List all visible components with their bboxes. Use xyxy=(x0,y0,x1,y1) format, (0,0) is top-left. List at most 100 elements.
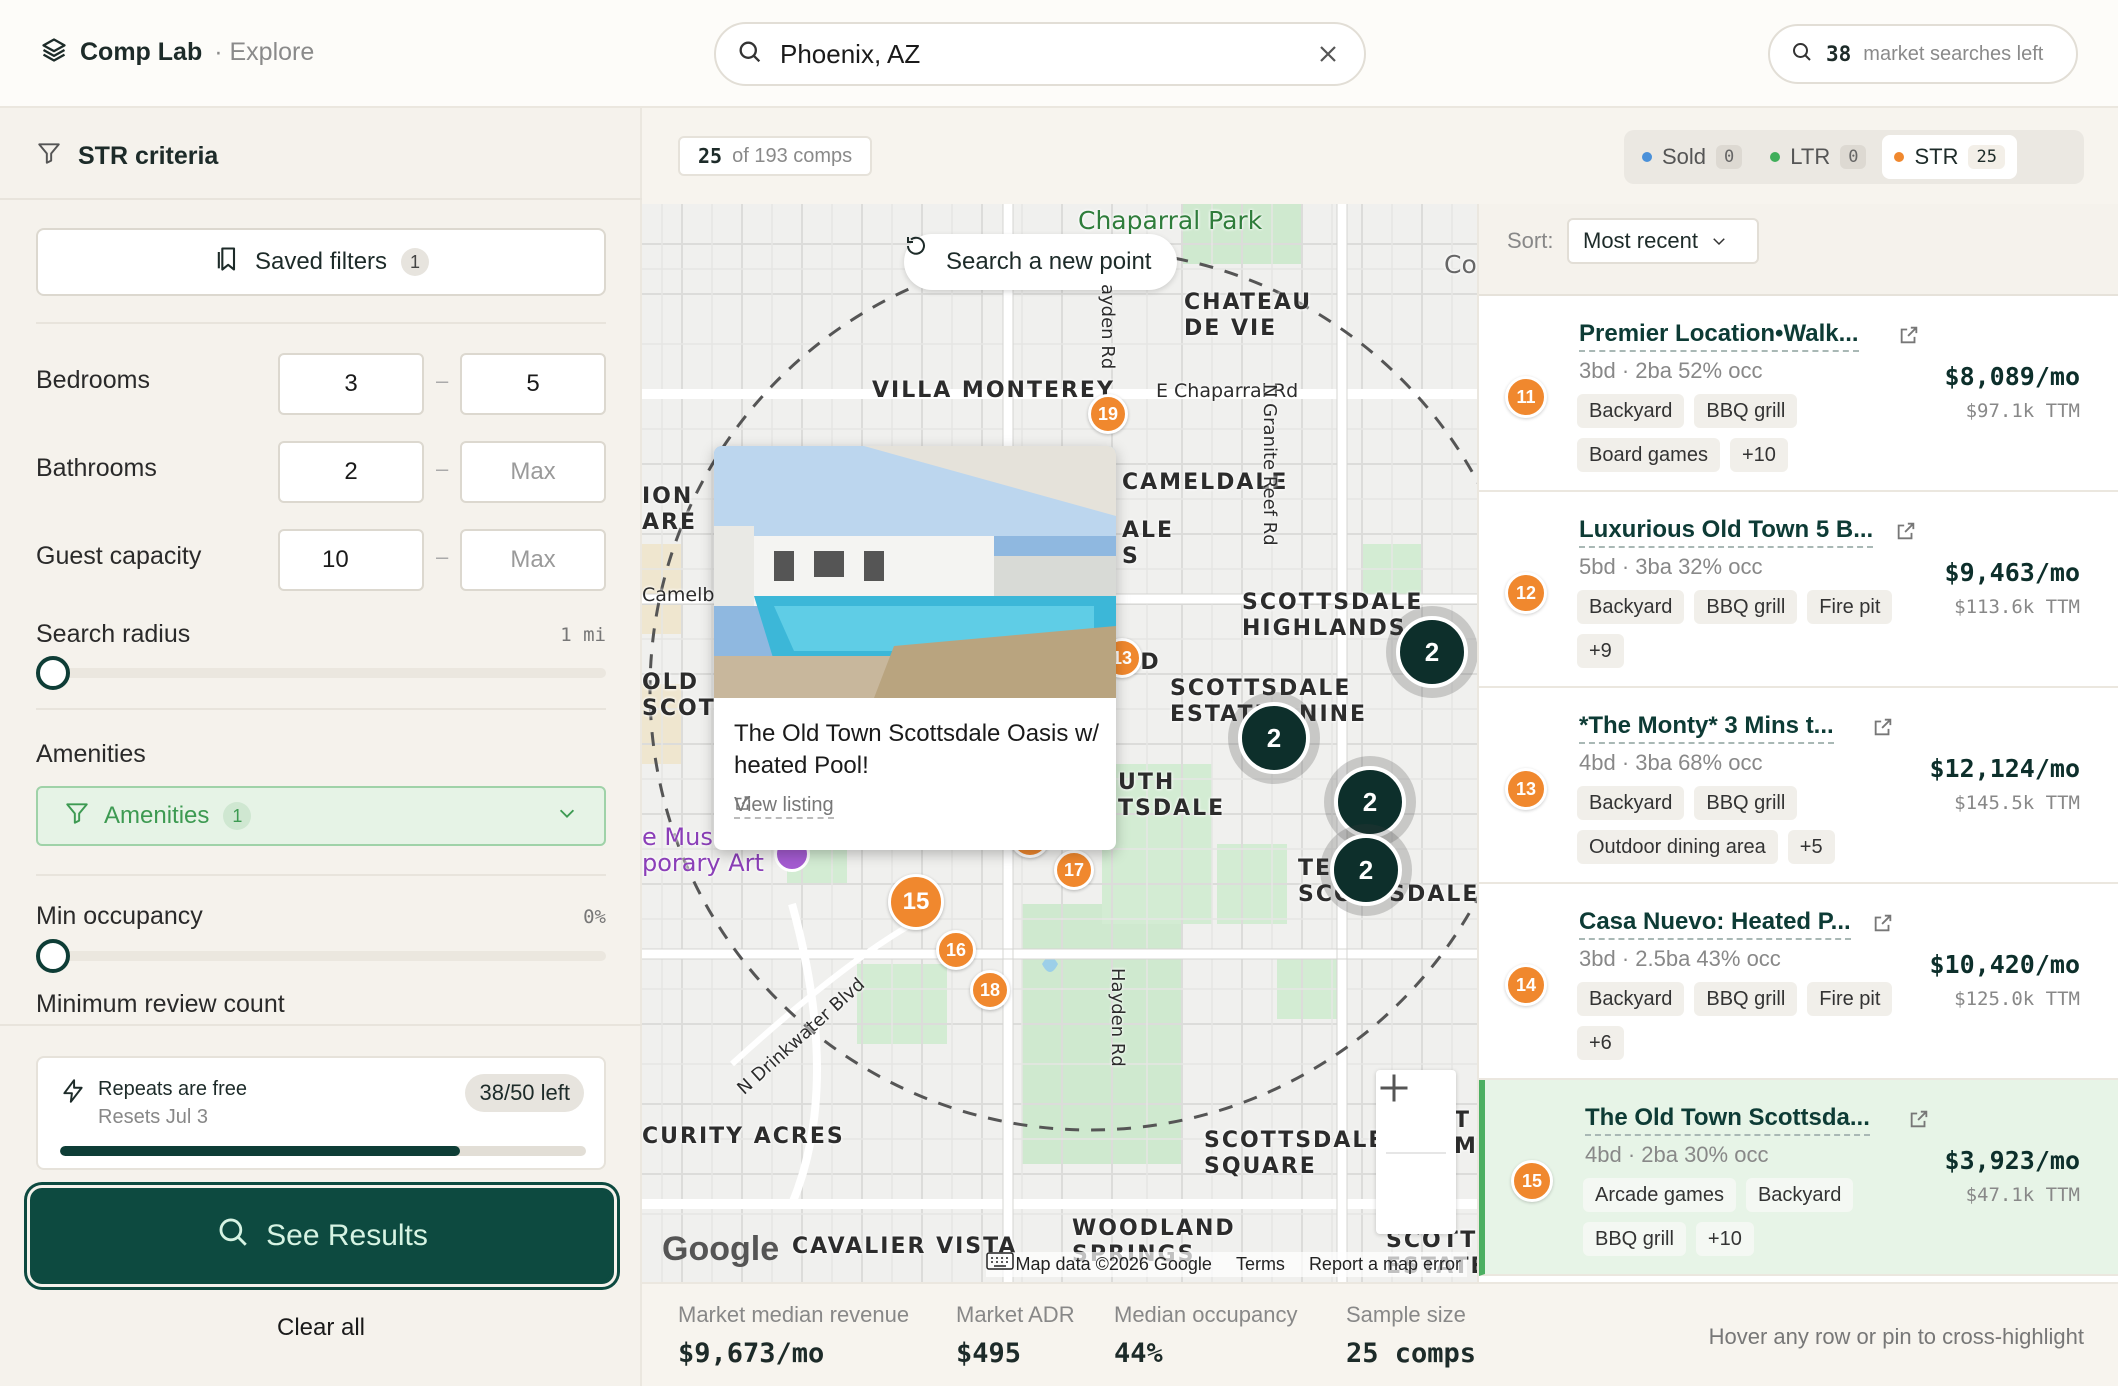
amenity-tags: Backyard BBQ grill Outdoor dining area +5 xyxy=(1577,786,1917,864)
min-occupancy-handle[interactable] xyxy=(36,939,70,973)
brand[interactable]: Comp Lab · Explore xyxy=(40,36,314,69)
search-radius-handle[interactable] xyxy=(36,656,70,690)
map-pin[interactable]: 15 xyxy=(888,874,944,930)
minus-icon xyxy=(1380,1086,1408,1090)
external-link-icon[interactable] xyxy=(1898,324,1920,346)
divider xyxy=(0,198,642,200)
bathrooms-max-input[interactable] xyxy=(460,441,606,503)
market-searches-quota[interactable]: 38 market searches left xyxy=(1768,24,2078,84)
location-search-input[interactable] xyxy=(780,38,1312,70)
amenity-tag: +9 xyxy=(1577,634,1624,668)
amenity-tag: +6 xyxy=(1577,1026,1624,1060)
listing-photo xyxy=(714,446,1116,698)
comp-card[interactable]: 14 Casa Nuevo: Heated P... 3bd · 2.5ba 43%… xyxy=(1479,884,2118,1080)
external-link-icon[interactable] xyxy=(1872,912,1894,934)
comps-total: of 193 comps xyxy=(732,144,853,167)
map-label: OLD SCOT xyxy=(642,670,716,721)
sidebar-title-text: STR criteria xyxy=(78,142,219,170)
cross-highlight-hint: Hover any row or pin to cross-highlight xyxy=(1708,1324,2084,1349)
comps-count: 25 of 193 comps xyxy=(678,136,873,176)
str-dot xyxy=(1894,152,1905,162)
comp-card[interactable]: 13 *The Monty* 3 Mins t... 4bd · 3ba 68% o… xyxy=(1479,688,2118,884)
listing-popup[interactable]: The Old Town Scottsdale Oasis w/ heated … xyxy=(714,446,1116,850)
map-label: Camelb xyxy=(642,584,715,606)
bedrooms-max-input[interactable] xyxy=(460,353,606,415)
map-label: T M xyxy=(1454,1108,1477,1159)
map-label: ION ARE xyxy=(642,484,697,535)
tab-sold[interactable]: Sold 0 xyxy=(1630,135,1754,179)
ltr-dot xyxy=(1770,152,1781,162)
lightning-icon xyxy=(60,1078,86,1109)
see-results-button[interactable]: See Results xyxy=(30,1188,614,1284)
tab-sold-count: 0 xyxy=(1716,145,1743,169)
chevron-down-icon xyxy=(1713,238,1725,246)
map-cluster[interactable]: 2 xyxy=(1396,616,1468,688)
zoom-out-button[interactable] xyxy=(1376,1086,1456,1236)
clear-all-link[interactable]: Clear all xyxy=(0,1314,642,1342)
clear-search-icon[interactable] xyxy=(1312,38,1344,70)
bookmark-icon xyxy=(213,245,241,280)
external-link-icon[interactable] xyxy=(1895,520,1917,542)
tab-ltr[interactable]: LTR 0 xyxy=(1758,135,1878,179)
sort-dropdown[interactable]: Most recent xyxy=(1567,218,1759,264)
saved-filters-label: Saved filters xyxy=(254,248,388,275)
search-new-point-button[interactable]: Search a new point xyxy=(904,234,1178,290)
guest-max-input[interactable] xyxy=(460,529,606,591)
search-icon xyxy=(736,38,764,71)
chevron-down-icon xyxy=(556,802,578,831)
map-view[interactable]: Search a new point Chaparral Park CHATEA… xyxy=(642,204,1477,1282)
comp-title-link[interactable]: Luxurious Old Town 5 B... xyxy=(1579,516,1874,548)
comp-title-link[interactable]: *The Monty* 3 Mins t... xyxy=(1579,712,1834,744)
sort-value: Most recent xyxy=(1583,228,1698,253)
amenity-tag: BBQ grill xyxy=(1694,394,1798,428)
search-radius-slider[interactable] xyxy=(36,668,606,678)
comp-title-link[interactable]: Premier Location•Walk... xyxy=(1579,320,1859,352)
min-occupancy-value: 0% xyxy=(583,906,606,928)
amenities-dropdown[interactable]: Amenities 1 xyxy=(36,786,606,846)
comp-pin-number: 11 xyxy=(1505,376,1547,418)
bedrooms-min-input[interactable] xyxy=(278,353,424,415)
map-pin[interactable]: 17 xyxy=(1054,850,1094,890)
stat-label: Market ADR xyxy=(956,1302,1075,1327)
map-cluster[interactable]: 2 xyxy=(1334,766,1406,838)
guest-min-input[interactable] xyxy=(278,529,424,591)
amenity-tag: BBQ grill xyxy=(1583,1222,1686,1256)
map-pin[interactable]: 19 xyxy=(1088,394,1128,434)
repeats-progress-fill xyxy=(60,1146,460,1156)
map-terms-link[interactable]: Terms xyxy=(1236,1254,1285,1275)
repeats-quota-card: Repeats are free Resets Jul 3 38/50 left xyxy=(36,1056,606,1170)
comp-card[interactable]: 11 Premier Location•Walk... 3bd · 2ba 52% … xyxy=(1479,296,2118,492)
map-pin[interactable]: 16 xyxy=(936,930,976,970)
tab-str[interactable]: STR 25 xyxy=(1882,135,2017,179)
amenity-tag: BBQ grill xyxy=(1694,982,1798,1016)
bathrooms-min-input[interactable] xyxy=(278,441,424,503)
map-label: N Granite Reef Rd xyxy=(1259,384,1280,546)
comp-card[interactable]: 15 The Old Town Scottsda... 4bd · 2ba 30% … xyxy=(1479,1080,2118,1276)
comp-monthly-revenue: $8,089/mo xyxy=(1944,362,2080,391)
amenity-tag: Arcade games xyxy=(1583,1178,1736,1212)
stat-label: Market median revenue xyxy=(678,1302,910,1327)
view-listing-link[interactable]: View listing xyxy=(734,794,834,819)
report-map-error-link[interactable]: Report a map error xyxy=(1309,1254,1461,1275)
range-dash: – xyxy=(436,456,449,481)
comp-title-link[interactable]: Casa Nuevo: Heated P... xyxy=(1579,908,1851,940)
saved-filters-button[interactable]: Saved filters 1 xyxy=(36,228,606,296)
map-label: Co xyxy=(1444,250,1477,279)
comp-title-link[interactable]: The Old Town Scottsda... xyxy=(1585,1104,1870,1136)
sidebar-title: STR criteria xyxy=(36,140,218,173)
external-link-icon[interactable] xyxy=(1908,1108,1930,1130)
min-occupancy-slider[interactable] xyxy=(36,951,606,961)
comp-ttm-revenue: $145.5k TTM xyxy=(1954,792,2080,814)
amenities-count: 1 xyxy=(223,802,252,830)
amenity-tag: Board games xyxy=(1577,438,1720,472)
amenity-tag: Outdoor dining area xyxy=(1577,830,1778,864)
external-link-icon[interactable] xyxy=(1872,716,1894,738)
comp-ttm-revenue: $97.1k TTM xyxy=(1965,400,2080,422)
map-cluster[interactable]: 2 xyxy=(1330,834,1402,906)
comp-ttm-revenue: $47.1k TTM xyxy=(1965,1184,2080,1206)
map-pin[interactable]: 18 xyxy=(970,970,1010,1010)
saved-filters-count: 1 xyxy=(401,248,430,276)
amenity-tags: Backyard BBQ grill Board games +10 xyxy=(1577,394,1917,472)
map-cluster[interactable]: 2 xyxy=(1238,702,1310,774)
comp-card[interactable]: 12 Luxurious Old Town 5 B... 5bd · 3ba 32%… xyxy=(1479,492,2118,688)
